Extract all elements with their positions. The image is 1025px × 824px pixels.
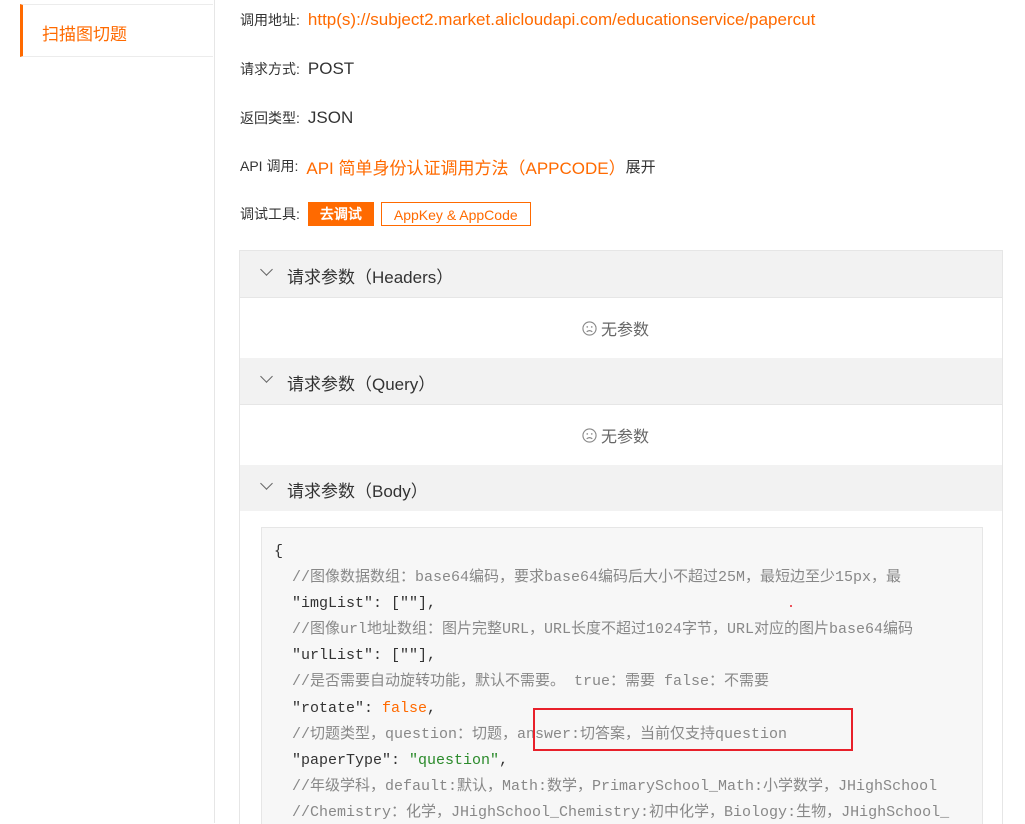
left-sidebar: 扫描图切题	[0, 0, 215, 823]
expand-link[interactable]: 展开	[626, 156, 656, 177]
body-code-block[interactable]: { //图像数据数组：base64编码，要求base64编码后大小不超过25M，…	[261, 527, 983, 824]
url-row: 调用地址: http(s)://subject2.market.alicloud…	[240, 8, 815, 32]
code-comment: //图像数据数组：base64编码，要求base64编码后大小不超过25M，最短…	[274, 569, 902, 587]
sad-face-icon	[582, 320, 597, 336]
headers-empty-state: 无参数	[240, 297, 1002, 359]
code-sep: :	[364, 699, 383, 717]
code-key: "imgList"	[274, 595, 374, 613]
code-comment: //Chemistry：化学，JHighSchool_Chemistry:初中化…	[274, 803, 950, 821]
method-row: 请求方式: POST	[240, 57, 354, 81]
headers-section-title: 请求参数（Headers）	[287, 268, 454, 287]
body-section-title: 请求参数（Body）	[287, 482, 428, 501]
api-label: API 调用:	[240, 158, 299, 174]
code-comment: //是否需要自动旋转功能，默认不需要。 true：需要 false：不需要	[274, 673, 770, 691]
empty-text: 无参数	[601, 429, 650, 446]
tool-row: 调试工具: 去调试 AppKey & AppCode	[240, 202, 531, 226]
code-brace: {	[274, 543, 284, 560]
chevron-down-icon	[260, 477, 273, 490]
chevron-down-icon	[260, 263, 273, 276]
code-value: false	[382, 699, 428, 717]
url-link[interactable]: http(s)://subject2.market.alicloudapi.co…	[308, 10, 815, 30]
code-key: "paperType"	[274, 751, 392, 769]
body-section-header[interactable]: 请求参数（Body）	[240, 465, 1002, 511]
code-value: "question"	[409, 751, 500, 769]
annotation-highlight-box	[533, 708, 853, 751]
method-value: POST	[307, 59, 355, 78]
empty-text: 无参数	[601, 322, 650, 339]
sidebar-item-label: 扫描图切题	[42, 25, 127, 44]
code-sep: :	[391, 751, 410, 769]
code-value: : [""],	[373, 647, 437, 665]
headers-section-header[interactable]: 请求参数（Headers）	[240, 251, 1002, 297]
code-sep: ,	[499, 751, 509, 769]
code-text: { //图像数据数组：base64编码，要求base64编码后大小不超过25M，…	[274, 539, 949, 824]
tool-label: 调试工具:	[240, 206, 300, 222]
chevron-down-icon	[260, 370, 273, 383]
annotation-dot	[790, 605, 792, 607]
code-key: "urlList"	[274, 647, 374, 665]
query-section-header[interactable]: 请求参数（Query）	[240, 358, 1002, 404]
code-sep: ,	[427, 699, 437, 717]
sidebar-item-scan-cut[interactable]: 扫描图切题	[20, 4, 213, 57]
code-value: : [""],	[373, 595, 437, 613]
code-comment: //年级学科，default:默认，Math:数学，PrimarySchool_…	[274, 777, 938, 795]
return-row: 返回类型: JSON	[240, 106, 353, 130]
return-label: 返回类型:	[240, 110, 300, 126]
appkey-button[interactable]: AppKey & AppCode	[380, 202, 531, 226]
return-value: JSON	[307, 108, 354, 127]
url-label: 调用地址:	[240, 12, 300, 28]
code-comment: //图像url地址数组：图片完整URL，URL长度不超过1024字节，URL对应…	[274, 621, 914, 639]
api-auth-link[interactable]: API 简单身份认证调用方法（APPCODE）	[306, 154, 625, 179]
query-section-title: 请求参数（Query）	[287, 375, 436, 394]
code-key: "rotate"	[274, 699, 365, 717]
sad-face-icon	[582, 427, 597, 443]
query-empty-state: 无参数	[240, 404, 1002, 466]
method-label: 请求方式:	[240, 61, 300, 77]
debug-button[interactable]: 去调试	[307, 202, 374, 226]
api-row: API 调用: API 简单身份认证调用方法（APPCODE） 展开	[240, 154, 656, 178]
